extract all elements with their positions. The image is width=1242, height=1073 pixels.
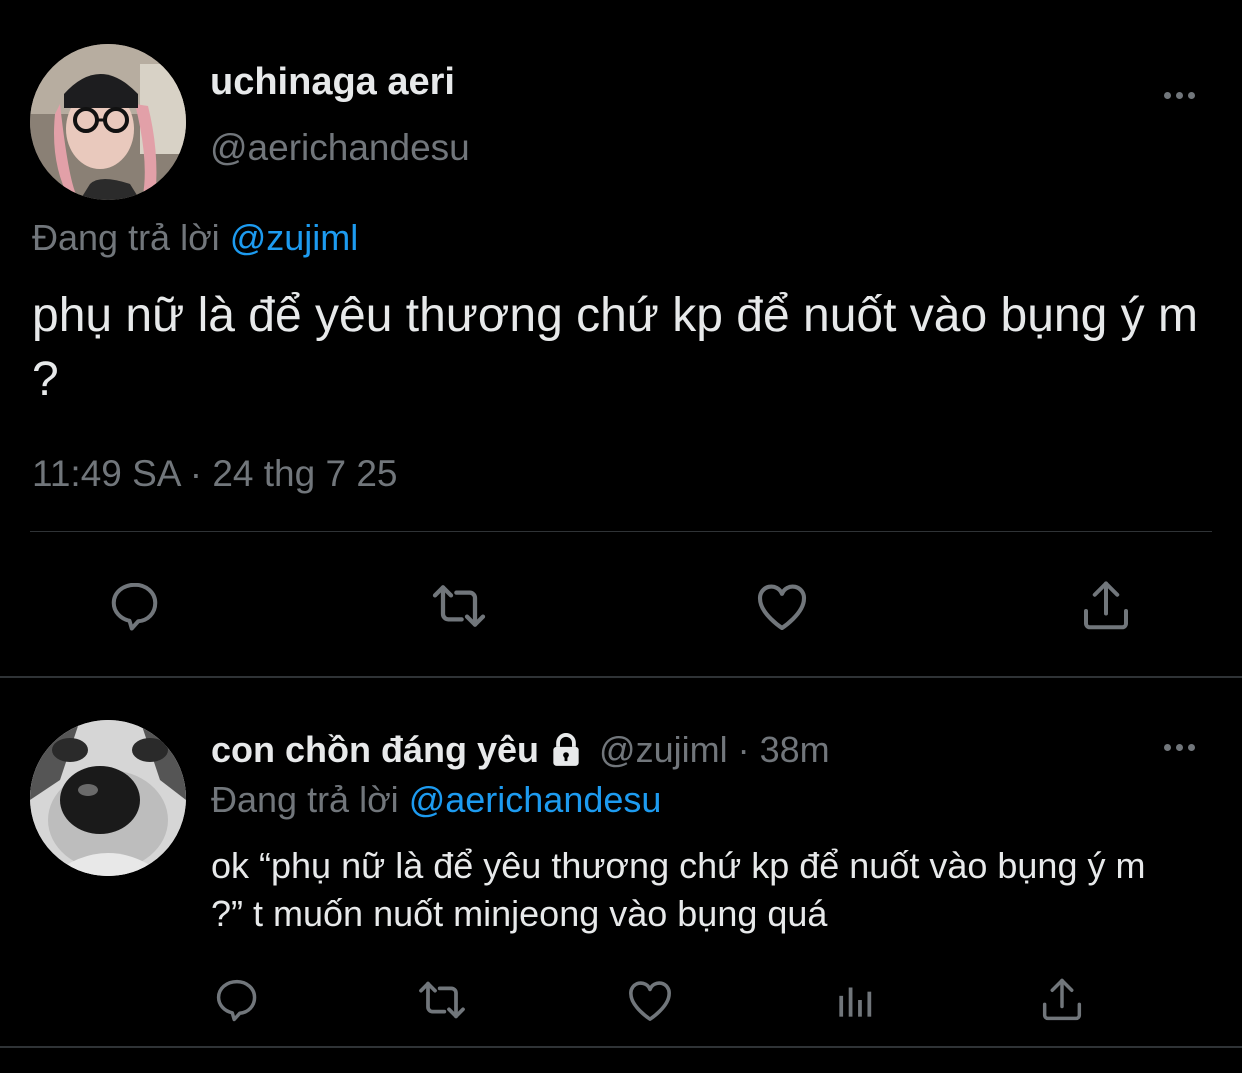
avatar[interactable] <box>30 44 186 200</box>
replying-prefix: Đang trả lời <box>32 217 220 258</box>
tweet-timestamp[interactable]: 11:49 SA · 24 thg 7 25 <box>32 450 397 498</box>
tweet-text: ok “phụ nữ là để yêu thương chứ kp để nu… <box>211 845 1146 934</box>
like-icon[interactable] <box>750 574 814 638</box>
tweet-time[interactable]: 38m <box>760 726 830 774</box>
replying-to-line: Đang trả lời @aerichandesu <box>211 776 661 824</box>
user-handle[interactable]: @zujiml <box>599 726 728 774</box>
share-icon[interactable] <box>1074 574 1138 638</box>
replying-to-line: Đang trả lời @zujiml <box>32 214 358 262</box>
retweet-icon[interactable] <box>414 972 470 1028</box>
replying-to-handle-link[interactable]: @aerichandesu <box>409 779 662 820</box>
section-divider <box>0 1046 1242 1048</box>
analytics-icon[interactable] <box>828 972 884 1028</box>
tweet-text: phụ nữ là để yêu thương chứ kp để nuốt v… <box>32 289 1212 406</box>
reply-icon[interactable] <box>103 574 167 638</box>
section-divider <box>0 676 1242 678</box>
user-handle[interactable]: @aerichandesu <box>210 124 470 172</box>
display-name[interactable]: uchinaga aeri <box>210 58 455 106</box>
reply-header: con chồn đáng yêu @zujiml · 38m <box>211 726 830 774</box>
separator-dot: · <box>737 729 750 770</box>
retweet-icon[interactable] <box>427 574 491 638</box>
tweet-thread-page: uchinaga aeri @aerichandesu Đang trả lời… <box>0 0 1242 1073</box>
display-name[interactable]: con chồn đáng yêu <box>211 726 539 774</box>
more-options-icon[interactable] <box>1157 83 1201 107</box>
lock-icon <box>547 730 585 770</box>
share-icon[interactable] <box>1034 972 1090 1028</box>
replying-prefix: Đang trả lời <box>211 779 399 820</box>
replying-to-handle-link[interactable]: @zujiml <box>230 217 359 258</box>
divider <box>30 531 1212 532</box>
avatar[interactable] <box>30 720 186 876</box>
like-icon[interactable] <box>622 972 678 1028</box>
more-options-icon[interactable] <box>1157 735 1201 759</box>
reply-icon[interactable] <box>209 972 265 1028</box>
